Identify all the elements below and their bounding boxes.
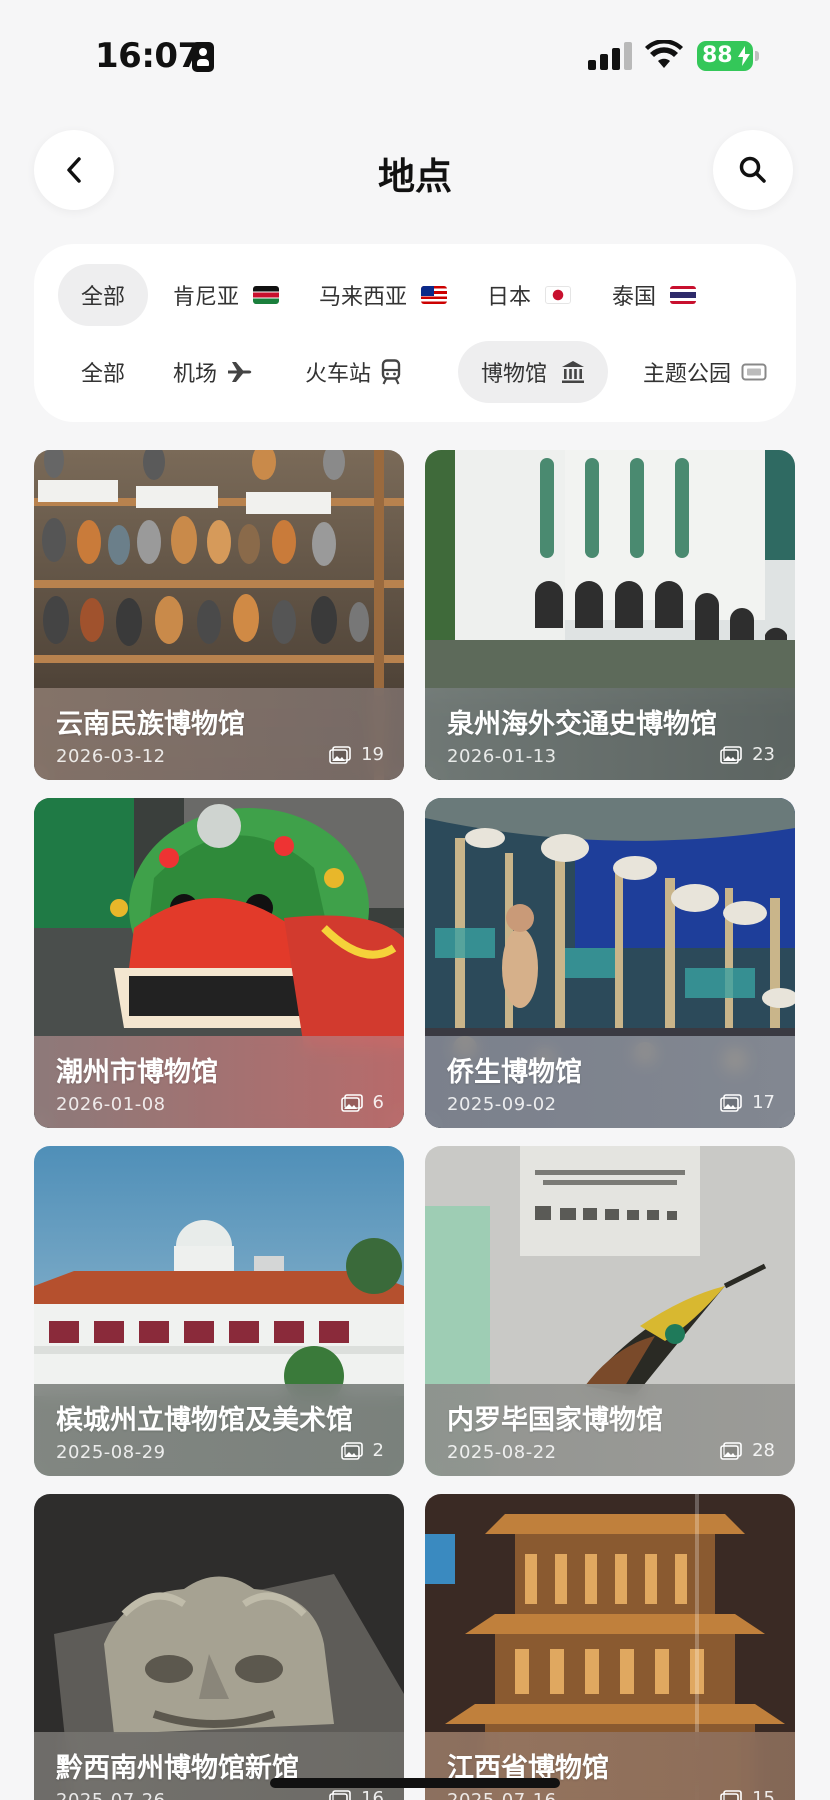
malaysia-flag-icon <box>421 286 448 304</box>
type-chip-museum[interactable]: 博物馆 <box>458 341 609 403</box>
photo-count-value: 6 <box>372 1092 384 1113</box>
type-chip-train-station[interactable]: 火车站 <box>282 341 424 403</box>
photos-icon <box>720 745 742 764</box>
place-info: 江西省博物馆 2025-07-16 15 <box>425 1732 795 1800</box>
place-info: 云南民族博物馆 2026-03-12 19 <box>34 688 404 780</box>
type-filter-row[interactable]: 全部 机场 火车站 博物馆 主题公园 <box>34 341 796 403</box>
chip-label: 火车站 <box>305 362 372 387</box>
photo-count: 19 <box>329 744 384 765</box>
photo-count: 23 <box>720 744 775 765</box>
photos-icon <box>329 745 351 764</box>
type-chip-theme-park[interactable]: 主题公园 <box>620 341 790 403</box>
train-icon <box>381 359 401 385</box>
chip-label: 日本 <box>487 285 532 310</box>
photo-count: 16 <box>329 1788 384 1800</box>
contact-card-icon <box>192 42 214 72</box>
chip-label: 全部 <box>81 285 126 310</box>
photos-icon <box>340 1093 363 1112</box>
home-indicator[interactable] <box>270 1778 560 1788</box>
chip-label: 机场 <box>173 362 218 387</box>
chip-label: 肯尼亚 <box>173 285 240 310</box>
status-time: 16:07 <box>95 36 201 76</box>
place-name: 云南民族博物馆 <box>56 709 245 740</box>
chip-label: 主题公园 <box>643 362 732 387</box>
place-name: 槟城州立博物馆及美术馆 <box>56 1405 353 1436</box>
photo-count: 6 <box>340 1092 384 1113</box>
country-chip-japan[interactable]: 日本 <box>464 264 594 326</box>
country-chip-all[interactable]: 全部 <box>58 264 149 326</box>
country-filter-row[interactable]: 全部 肯尼亚 马来西亚 日本 泰国 <box>34 264 796 326</box>
airplane-icon <box>228 362 252 382</box>
photos-icon <box>340 1441 363 1460</box>
cellular-signal-icon <box>588 42 632 70</box>
place-card[interactable]: 潮州市博物馆 2026-01-08 6 <box>34 798 404 1128</box>
museum-icon <box>562 361 585 383</box>
visit-date: 2026-01-13 <box>447 746 557 767</box>
visit-date: 2025-08-22 <box>447 1442 557 1463</box>
place-info: 泉州海外交通史博物馆 2026-01-13 23 <box>425 688 795 780</box>
wifi-icon <box>645 40 683 68</box>
thailand-flag-icon <box>670 286 697 304</box>
place-name: 潮州市博物馆 <box>56 1057 218 1088</box>
chip-label: 全部 <box>81 362 126 387</box>
place-info: 潮州市博物馆 2026-01-08 6 <box>34 1036 404 1128</box>
photos-icon <box>720 1789 742 1800</box>
country-chip-malaysia[interactable]: 马来西亚 <box>296 264 470 326</box>
places-screen: 16:07 88 地点 全部 肯尼亚 马来西亚 日本 泰国 全部 机场 火车站 … <box>0 0 830 1800</box>
photo-count: 28 <box>720 1440 775 1461</box>
place-info: 黔西南州博物馆新馆 2025-07-26 16 <box>34 1732 404 1800</box>
visit-date: 2026-03-12 <box>56 746 166 767</box>
kenya-flag-icon <box>253 286 280 304</box>
photos-icon <box>720 1093 742 1112</box>
photo-count: 15 <box>720 1788 775 1800</box>
chip-label: 博物馆 <box>481 362 548 387</box>
photo-count-value: 16 <box>361 1788 384 1800</box>
visit-date: 2025-07-16 <box>447 1790 557 1800</box>
photo-count-value: 15 <box>752 1788 775 1800</box>
photo-count-value: 19 <box>361 744 384 765</box>
place-name: 内罗毕国家博物馆 <box>447 1405 663 1436</box>
search-button[interactable] <box>713 130 793 210</box>
photos-icon <box>720 1441 742 1460</box>
place-card[interactable]: 江西省博物馆 2025-07-16 15 <box>425 1494 795 1800</box>
place-info: 槟城州立博物馆及美术馆 2025-08-29 2 <box>34 1384 404 1476</box>
status-bar: 16:07 88 <box>0 0 830 110</box>
filter-panel: 全部 肯尼亚 马来西亚 日本 泰国 全部 机场 火车站 博物馆 主题公园 <box>34 244 796 422</box>
place-card[interactable]: 内罗毕国家博物馆 2025-08-22 28 <box>425 1146 795 1476</box>
place-name: 泉州海外交通史博物馆 <box>447 709 717 740</box>
place-name: 侨生博物馆 <box>447 1057 582 1088</box>
place-card[interactable]: 黔西南州博物馆新馆 2025-07-26 16 <box>34 1494 404 1800</box>
visit-date: 2026-01-08 <box>56 1094 166 1115</box>
chip-label: 泰国 <box>612 285 657 310</box>
photo-count-value: 2 <box>372 1440 384 1461</box>
place-card[interactable]: 云南民族博物馆 2026-03-12 19 <box>34 450 404 780</box>
photos-icon <box>329 1789 351 1800</box>
ticket-icon <box>741 363 767 381</box>
japan-flag-icon <box>545 286 572 304</box>
type-chip-airport[interactable]: 机场 <box>150 341 276 403</box>
country-chip-thailand[interactable]: 泰国 <box>589 264 719 326</box>
chip-label: 马来西亚 <box>319 285 408 310</box>
photo-count: 17 <box>720 1092 775 1113</box>
photo-count-value: 17 <box>752 1092 775 1113</box>
visit-date: 2025-08-29 <box>56 1442 166 1463</box>
charging-bolt-icon <box>738 46 750 66</box>
photo-count-value: 28 <box>752 1440 775 1461</box>
country-chip-kenya[interactable]: 肯尼亚 <box>150 264 302 326</box>
battery-level: 88 <box>702 43 733 68</box>
battery-indicator: 88 <box>697 41 759 71</box>
search-icon <box>739 156 766 183</box>
type-chip-all[interactable]: 全部 <box>58 341 148 403</box>
photo-count-value: 23 <box>752 744 775 765</box>
visit-date: 2025-09-02 <box>447 1094 557 1115</box>
place-card[interactable]: 槟城州立博物馆及美术馆 2025-08-29 2 <box>34 1146 404 1476</box>
page-title: 地点 <box>378 155 452 198</box>
place-card[interactable]: 泉州海外交通史博物馆 2026-01-13 23 <box>425 450 795 780</box>
place-info: 内罗毕国家博物馆 2025-08-22 28 <box>425 1384 795 1476</box>
place-name: 黔西南州博物馆新馆 <box>56 1753 299 1784</box>
place-card[interactable]: 侨生博物馆 2025-09-02 17 <box>425 798 795 1128</box>
place-info: 侨生博物馆 2025-09-02 17 <box>425 1036 795 1128</box>
photo-count: 2 <box>340 1440 384 1461</box>
visit-date: 2025-07-26 <box>56 1790 166 1800</box>
